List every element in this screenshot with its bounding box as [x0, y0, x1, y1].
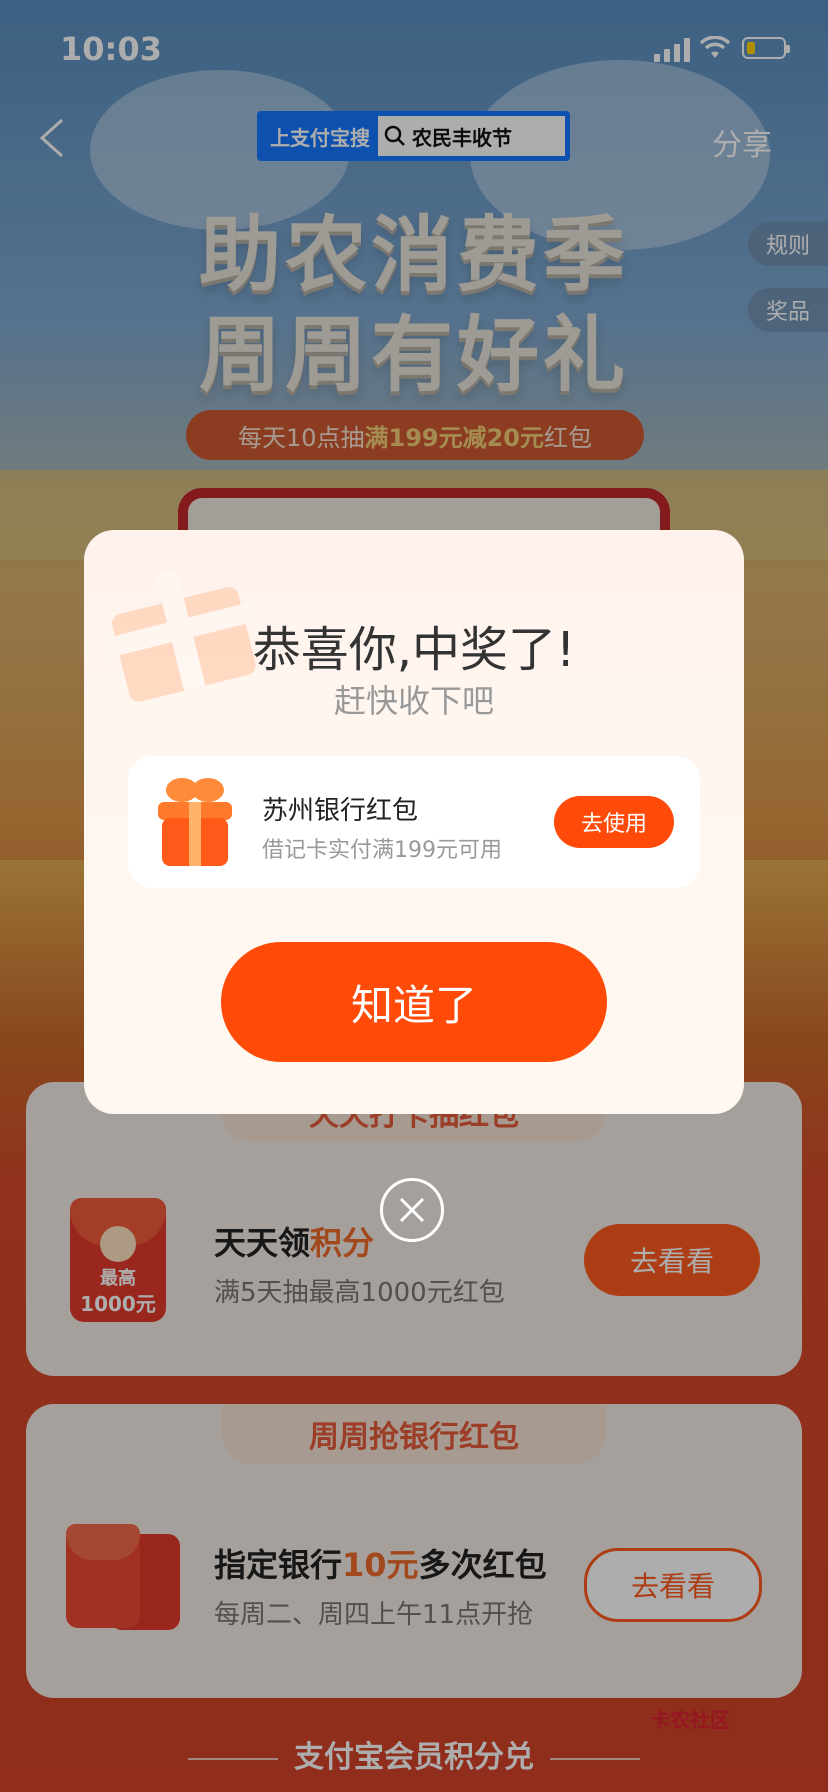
prize-item: 苏州银行红包 借记卡实付满199元可用 去使用 — [128, 756, 700, 888]
acknowledge-button[interactable]: 知道了 — [221, 942, 607, 1062]
dialog-heading: 恭喜你,中奖了! — [252, 622, 576, 678]
prize-name: 苏州银行红包 — [262, 796, 419, 826]
app-screen: 10:03 上支付宝搜 农民丰收节 分享 规则 奖品 助农消费季 周周有好礼 每… — [0, 0, 828, 1792]
prize-dialog: 恭喜你,中奖了! 赶快收下吧 苏州银行红包 借记卡实付满199元可用 去使用 知… — [84, 530, 744, 1114]
use-coupon-button[interactable]: 去使用 — [554, 796, 674, 848]
gift-box-icon — [150, 772, 240, 872]
close-icon[interactable] — [380, 1178, 444, 1242]
prize-condition: 借记卡实付满199元可用 — [262, 838, 502, 863]
dialog-subheading: 赶快收下吧 — [333, 682, 494, 720]
